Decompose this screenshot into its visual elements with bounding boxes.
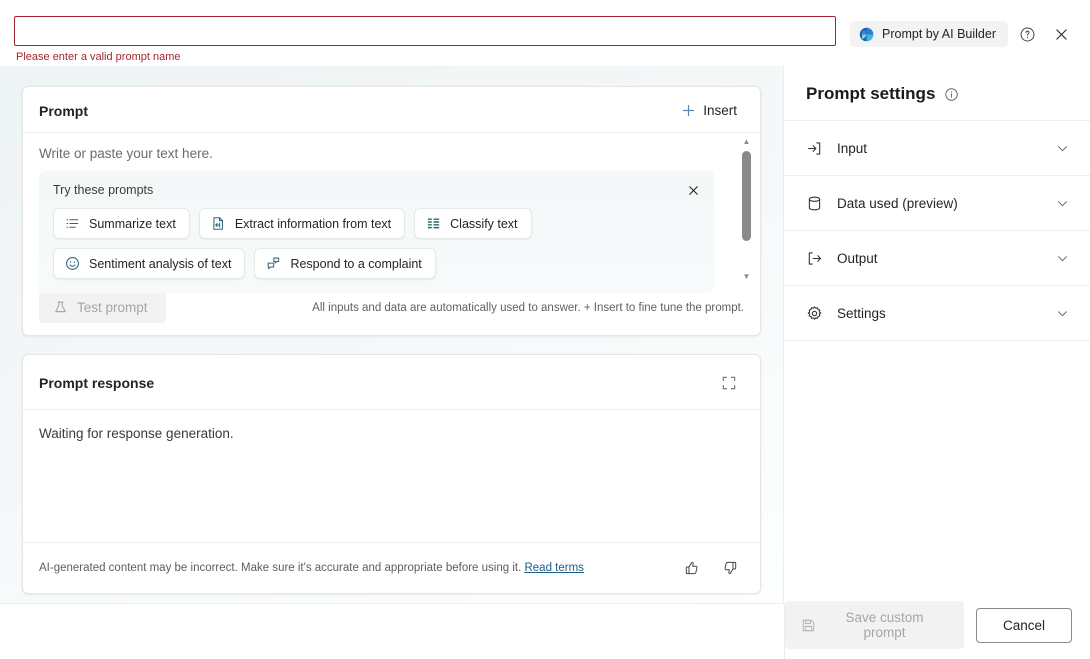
prompt-response-status-text: Waiting for response generation.	[39, 426, 744, 441]
list-icon	[65, 216, 80, 231]
suggestion-chip-summarize-text[interactable]: Summarize text	[53, 208, 190, 239]
expand-response-button[interactable]	[714, 368, 744, 398]
prompt-vertical-scrollbar[interactable]: ▲ ▼	[739, 133, 754, 284]
suggestion-chip-label: Classify text	[450, 217, 517, 231]
suggestion-chip-respond-to-complaint[interactable]: Respond to a complaint	[254, 248, 435, 279]
expand-fullscreen-icon	[721, 375, 737, 391]
prompt-name-input[interactable]	[14, 16, 836, 46]
dialog-footer-actions: Save custom prompt Cancel	[785, 603, 1090, 659]
read-terms-link[interactable]: Read terms	[524, 562, 583, 574]
prompt-card-header: Prompt Insert	[23, 87, 760, 133]
prompt-name-field-group: Please enter a valid prompt name	[14, 16, 836, 64]
help-button[interactable]	[1012, 19, 1042, 49]
chevron-down-icon	[1055, 306, 1070, 321]
arrow-out-of-box-icon	[806, 250, 823, 267]
header-actions: Prompt by AI Builder	[850, 16, 1076, 49]
insert-button[interactable]: Insert	[674, 100, 744, 121]
settings-section-label: Output	[837, 251, 1041, 266]
save-custom-prompt-label: Save custom prompt	[825, 610, 944, 640]
dialog-body: Prompt Insert Write or paste your text h…	[0, 66, 1090, 659]
extract-document-icon	[211, 216, 226, 231]
close-icon	[687, 184, 700, 197]
beaker-icon	[53, 300, 68, 315]
prompt-name-error-message: Please enter a valid prompt name	[14, 50, 836, 64]
prompt-settings-panel: Prompt settings	[784, 66, 1090, 659]
suggested-prompts-panel: Try these prompts	[39, 171, 714, 293]
suggestion-chip-classify-text[interactable]: Classify text	[414, 208, 531, 239]
thumbs-up-icon	[684, 560, 700, 576]
prompt-response-header: Prompt response	[23, 355, 760, 410]
scrollbar-track[interactable]	[739, 149, 754, 268]
chevron-down-icon	[1055, 141, 1070, 156]
insert-button-label: Insert	[703, 103, 737, 118]
suggestion-chip-extract-information[interactable]: Extract information from text	[199, 208, 405, 239]
chevron-down-icon	[1055, 196, 1070, 211]
classify-grid-icon	[426, 216, 441, 231]
close-icon	[1053, 26, 1070, 43]
prompt-card: Prompt Insert Write or paste your text h…	[22, 86, 761, 336]
settings-section-output[interactable]: Output	[784, 231, 1090, 286]
suggestion-chip-label: Summarize text	[89, 217, 176, 231]
save-custom-prompt-button[interactable]: Save custom prompt	[785, 601, 964, 649]
ai-builder-badge: Prompt by AI Builder	[850, 21, 1008, 47]
dismiss-suggestions-button[interactable]	[680, 177, 706, 203]
test-prompt-button-label: Test prompt	[77, 300, 148, 315]
test-prompt-button[interactable]: Test prompt	[39, 292, 166, 323]
suggestion-chip-label: Extract information from text	[235, 217, 391, 231]
settings-section-label: Settings	[837, 306, 1041, 321]
settings-section-input[interactable]: Input	[784, 121, 1090, 176]
prompt-workspace: Prompt Insert Write or paste your text h…	[0, 66, 784, 659]
thumbs-up-button[interactable]	[678, 554, 706, 582]
prompt-builder-dialog: Please enter a valid prompt name Prompt …	[0, 0, 1090, 659]
save-icon	[801, 618, 816, 633]
question-circle-icon	[1019, 26, 1036, 43]
gear-icon	[806, 305, 823, 322]
arrow-into-box-icon	[806, 140, 823, 157]
workspace-bottom-strip	[0, 603, 785, 659]
ai-builder-badge-label: Prompt by AI Builder	[882, 26, 996, 42]
prompt-response-card: Prompt response Waiting f	[22, 354, 761, 594]
suggested-prompt-chips: Summarize text	[53, 208, 702, 279]
ai-disclaimer-text: AI-generated content may be incorrect. M…	[39, 562, 521, 574]
scroll-down-arrow-icon[interactable]: ▼	[739, 268, 754, 284]
prompt-footer-hint: All inputs and data are automatically us…	[312, 302, 744, 314]
prompt-settings-title: Prompt settings	[806, 84, 935, 104]
suggested-prompts-title: Try these prompts	[53, 183, 702, 197]
smiley-icon	[65, 256, 80, 271]
scroll-up-arrow-icon[interactable]: ▲	[739, 133, 754, 149]
prompt-scroll-region: Write or paste your text here. Try these…	[23, 133, 760, 284]
database-icon	[806, 195, 823, 212]
settings-section-label: Data used (preview)	[837, 196, 1041, 211]
settings-section-label: Input	[837, 141, 1041, 156]
thumbs-down-button[interactable]	[716, 554, 744, 582]
prompt-settings-header: Prompt settings	[784, 66, 1090, 121]
dialog-header: Please enter a valid prompt name Prompt …	[0, 0, 1090, 66]
comment-bubbles-icon	[266, 256, 281, 271]
info-circle-icon[interactable]	[944, 87, 959, 102]
suggestion-chip-sentiment-analysis[interactable]: Sentiment analysis of text	[53, 248, 245, 279]
settings-section-settings[interactable]: Settings	[784, 286, 1090, 341]
scrollbar-thumb[interactable]	[742, 151, 751, 241]
prompt-response-body: Waiting for response generation.	[23, 410, 760, 542]
chevron-down-icon	[1055, 251, 1070, 266]
prompt-card-title: Prompt	[39, 103, 88, 119]
suggestion-chip-label: Respond to a complaint	[290, 257, 421, 271]
ai-disclaimer: AI-generated content may be incorrect. M…	[39, 562, 668, 574]
ai-builder-logo-icon	[859, 27, 874, 42]
prompt-settings-sections: Input Data used (preview)	[784, 121, 1090, 659]
prompt-card-body: Write or paste your text here. Try these…	[23, 133, 760, 335]
suggestion-chip-label: Sentiment analysis of text	[89, 257, 231, 271]
close-button[interactable]	[1046, 19, 1076, 49]
thumbs-down-icon	[722, 560, 738, 576]
cancel-button[interactable]: Cancel	[976, 608, 1072, 643]
prompt-text-editor[interactable]: Write or paste your text here.	[23, 133, 730, 163]
prompt-response-title: Prompt response	[39, 375, 154, 391]
plus-icon	[681, 103, 696, 118]
prompt-response-footer: AI-generated content may be incorrect. M…	[23, 542, 760, 593]
settings-section-data-used[interactable]: Data used (preview)	[784, 176, 1090, 231]
